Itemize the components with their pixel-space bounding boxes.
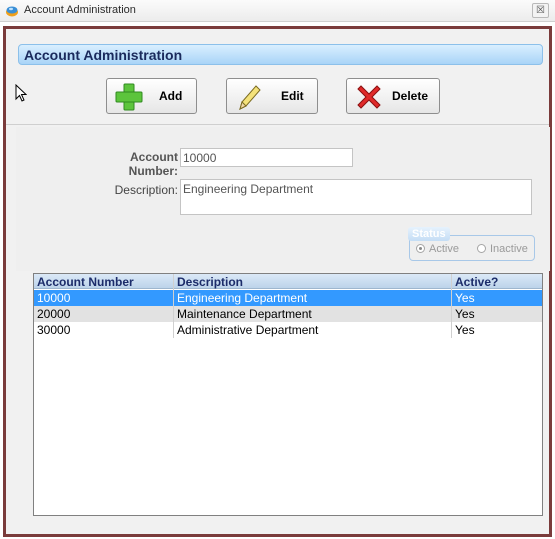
- account-number-field[interactable]: 10000: [180, 148, 353, 167]
- edit-button[interactable]: Edit: [226, 78, 318, 114]
- description-label: Description:: [114, 183, 178, 197]
- close-icon: ☒: [536, 5, 545, 16]
- table-row[interactable]: 10000 Engineering Department Yes: [34, 290, 542, 306]
- pencil-icon: [239, 85, 261, 110]
- plus-icon: [115, 83, 143, 111]
- radio-unselected-icon: [477, 244, 486, 253]
- description-field[interactable]: Engineering Department: [180, 179, 532, 215]
- main-frame: Account Administration Add Edit Delete A…: [3, 26, 552, 537]
- window-title: Account Administration: [24, 4, 136, 16]
- account-number-label: Account Number:: [128, 150, 178, 178]
- add-button[interactable]: Add: [106, 78, 197, 114]
- account-form: Account Number: 10000 Description: Engin…: [16, 127, 550, 271]
- account-number-value: 10000: [183, 151, 217, 165]
- cell-account-number: 20000: [37, 307, 71, 321]
- status-legend: Status: [408, 227, 450, 241]
- cell-active: Yes: [455, 307, 475, 321]
- edit-button-label: Edit: [281, 89, 304, 103]
- cell-description: Administrative Department: [177, 323, 319, 337]
- cell-account-number: 30000: [37, 323, 71, 337]
- column-header-account-number[interactable]: Account Number: [37, 275, 134, 289]
- inactive-radio-label: Inactive: [490, 243, 528, 255]
- radio-selected-icon: [416, 244, 425, 253]
- delete-button-label: Delete: [392, 89, 429, 103]
- inactive-radio[interactable]: Inactive: [477, 243, 528, 255]
- x-icon: [357, 85, 381, 109]
- mouse-cursor-icon: [15, 84, 27, 102]
- table-row[interactable]: 30000 Administrative Department Yes: [34, 322, 542, 338]
- page-title: Account Administration: [24, 47, 183, 63]
- cell-account-number: 10000: [37, 291, 71, 305]
- close-button[interactable]: ☒: [532, 3, 549, 18]
- add-button-label: Add: [159, 89, 183, 103]
- column-divider: [173, 274, 174, 338]
- table-row[interactable]: 20000 Maintenance Department Yes: [34, 306, 542, 322]
- app-icon: [6, 6, 18, 17]
- active-radio-label: Active: [429, 243, 459, 255]
- accounts-grid[interactable]: Account Number Description Active? 10000…: [33, 273, 543, 516]
- delete-button[interactable]: Delete: [346, 78, 440, 114]
- active-radio[interactable]: Active: [416, 243, 459, 255]
- grid-header: Account Number Description Active?: [34, 274, 542, 289]
- status-group: Status Active Inactive: [408, 227, 535, 261]
- description-value: Engineering Department: [183, 182, 314, 196]
- column-divider: [451, 274, 452, 338]
- cell-active: Yes: [455, 291, 475, 305]
- column-header-active[interactable]: Active?: [455, 275, 498, 289]
- cell-description: Engineering Department: [177, 291, 308, 305]
- page-header: Account Administration: [18, 44, 543, 65]
- cell-description: Maintenance Department: [177, 307, 312, 321]
- toolbar-divider: [6, 124, 549, 125]
- cell-active: Yes: [455, 323, 475, 337]
- window-titlebar: Account Administration ☒: [0, 0, 555, 22]
- column-header-description[interactable]: Description: [177, 275, 243, 289]
